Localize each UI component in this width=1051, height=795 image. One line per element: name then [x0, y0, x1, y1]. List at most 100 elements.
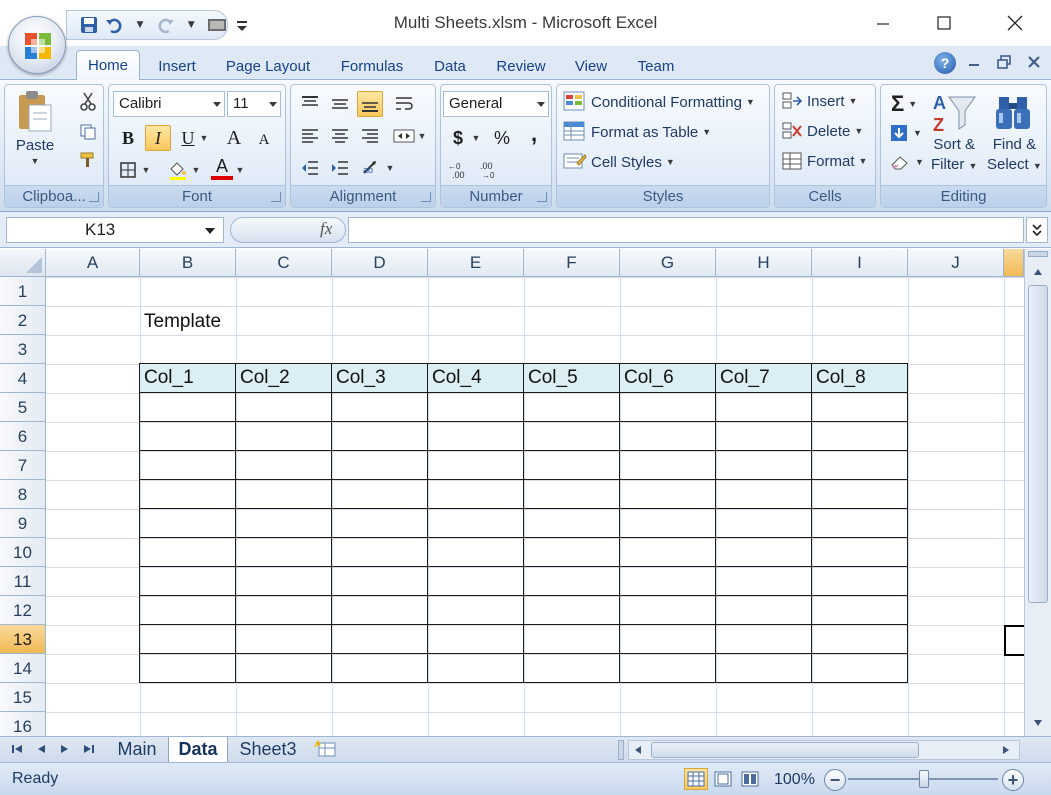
last-sheet-icon[interactable]	[82, 742, 96, 756]
cut-icon[interactable]	[75, 89, 101, 115]
table-cell[interactable]	[331, 421, 428, 451]
table-cell[interactable]	[523, 508, 620, 538]
insert-cells-button[interactable]: Insert ▼	[781, 91, 857, 111]
column-header-h[interactable]: H	[716, 249, 812, 277]
grow-font-button[interactable]: A	[221, 125, 247, 151]
font-name-combo[interactable]: Calibri	[113, 91, 225, 117]
normal-view-icon[interactable]	[684, 768, 708, 790]
horizontal-scrollbar[interactable]	[628, 740, 1020, 760]
currency-dropdown-icon[interactable]: ▼	[469, 125, 483, 151]
table-cell[interactable]	[523, 653, 620, 683]
close-window-icon[interactable]	[1000, 8, 1030, 38]
table-cell[interactable]	[427, 479, 524, 509]
align-left-icon[interactable]	[297, 123, 323, 149]
zoom-slider-thumb[interactable]	[919, 770, 929, 788]
merge-dropdown-icon[interactable]: ▼	[415, 123, 429, 149]
table-cell[interactable]	[139, 595, 236, 625]
table-cell[interactable]	[811, 508, 908, 538]
align-middle-icon[interactable]	[327, 91, 353, 117]
table-cell[interactable]	[523, 479, 620, 509]
horizontal-scroll-thumb[interactable]	[651, 742, 919, 758]
table-cell[interactable]	[619, 508, 716, 538]
worksheet-grid[interactable]: ABCDEFGHIJ 1 2 3 4 5 6 7 8 9 10 11 12 13 14 15 16 Templ…	[0, 249, 1024, 736]
column-header-i[interactable]: I	[812, 249, 908, 277]
table-cell[interactable]	[139, 537, 236, 567]
orientation-icon[interactable]: ab	[359, 155, 385, 181]
table-cell[interactable]	[235, 450, 332, 480]
table-cell[interactable]	[139, 508, 236, 538]
number-launcher-icon[interactable]	[537, 192, 547, 202]
next-sheet-icon[interactable]	[58, 742, 72, 756]
table-cell[interactable]	[811, 537, 908, 567]
sheet-tab-sheet3[interactable]: Sheet3	[232, 737, 304, 762]
fill-color-dropdown-icon[interactable]: ▼	[189, 157, 203, 183]
table-cell[interactable]	[427, 508, 524, 538]
paste-button[interactable]: Paste ▼	[15, 89, 55, 166]
table-cell[interactable]	[427, 421, 524, 451]
row-header-16[interactable]: 16	[0, 712, 46, 736]
table-cell[interactable]	[139, 566, 236, 596]
name-box[interactable]: K13	[6, 217, 224, 243]
table-cell[interactable]	[331, 624, 428, 654]
font-launcher-icon[interactable]	[271, 192, 281, 202]
table-cell[interactable]	[523, 450, 620, 480]
table-cell[interactable]	[331, 566, 428, 596]
table-cell[interactable]	[715, 595, 812, 625]
table-cell[interactable]	[715, 653, 812, 683]
merge-center-icon[interactable]	[391, 123, 417, 149]
formula-input[interactable]	[348, 217, 1024, 243]
table-header-cell[interactable]: Col_2	[235, 363, 332, 393]
workbook-close-icon[interactable]	[1024, 52, 1044, 72]
tab-page-layout[interactable]: Page Layout	[216, 56, 320, 80]
cell-b2[interactable]: Template	[140, 307, 221, 336]
workbook-minimize-icon[interactable]	[964, 52, 984, 72]
expand-formula-bar-icon[interactable]	[1026, 217, 1048, 243]
font-color-dropdown-icon[interactable]: ▼	[233, 157, 247, 183]
row-header-5[interactable]: 5	[0, 393, 46, 422]
table-cell[interactable]	[427, 392, 524, 422]
zoom-level[interactable]: 100%	[774, 771, 815, 789]
office-button[interactable]	[8, 16, 66, 74]
maximize-window-icon[interactable]	[929, 8, 959, 38]
row-header-3[interactable]: 3	[0, 335, 46, 364]
copy-icon[interactable]	[75, 119, 101, 145]
zoom-in-icon[interactable]: +	[1002, 769, 1024, 791]
table-cell[interactable]	[619, 479, 716, 509]
row-header-13[interactable]: 13	[0, 625, 46, 654]
scroll-right-icon[interactable]	[999, 743, 1013, 757]
align-right-icon[interactable]	[357, 123, 383, 149]
fill-button[interactable]: ▼	[889, 123, 922, 143]
column-header-b[interactable]: B	[140, 249, 236, 277]
wrap-text-icon[interactable]	[391, 91, 417, 117]
table-cell[interactable]	[715, 479, 812, 509]
table-cell[interactable]	[331, 595, 428, 625]
decrease-indent-icon[interactable]	[297, 155, 323, 181]
table-cell[interactable]	[235, 595, 332, 625]
column-header-g[interactable]: G	[620, 249, 716, 277]
table-cell[interactable]	[715, 508, 812, 538]
column-header-e[interactable]: E	[428, 249, 524, 277]
align-bottom-icon[interactable]	[357, 91, 383, 117]
table-cell[interactable]	[427, 450, 524, 480]
table-cell[interactable]	[811, 479, 908, 509]
find-select-button[interactable]: Find & Select ▼	[987, 91, 1042, 176]
align-top-icon[interactable]	[297, 91, 323, 117]
active-cell-k13[interactable]	[1004, 625, 1024, 656]
table-cell[interactable]	[523, 421, 620, 451]
italic-button[interactable]: I	[145, 125, 171, 151]
font-size-combo[interactable]: 11	[227, 91, 281, 117]
row-header-15[interactable]: 15	[0, 683, 46, 712]
increase-indent-icon[interactable]	[327, 155, 353, 181]
table-cell[interactable]	[139, 624, 236, 654]
font-color-button[interactable]: A	[209, 155, 235, 181]
table-header-cell[interactable]: Col_1	[139, 363, 236, 393]
table-header-cell[interactable]: Col_5	[523, 363, 620, 393]
table-cell[interactable]	[427, 537, 524, 567]
table-cell[interactable]	[619, 566, 716, 596]
comma-button[interactable]: ,	[521, 121, 547, 147]
table-header-cell[interactable]: Col_3	[331, 363, 428, 393]
table-cell[interactable]	[619, 595, 716, 625]
increase-decimal-icon[interactable]: ←0.00	[447, 157, 473, 183]
table-cell[interactable]	[331, 450, 428, 480]
page-break-view-icon[interactable]	[738, 768, 762, 790]
